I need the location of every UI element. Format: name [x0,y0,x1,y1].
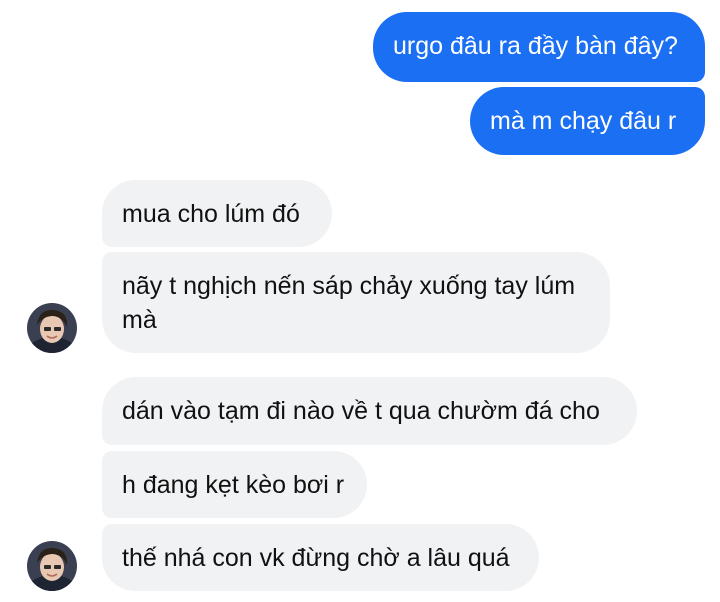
contact-avatar-icon[interactable] [27,541,77,591]
contact-avatar-icon[interactable] [27,303,77,353]
avatar-photo [27,541,77,591]
outgoing-message[interactable]: mà m chạy đâu r [470,87,705,155]
incoming-message[interactable]: thế nhá con vk đừng chờ a lâu quá [102,524,539,591]
avatar-photo [27,303,77,353]
chat-thread: urgo đâu ra đầy bàn đây? mà m chạy đâu r… [0,0,720,602]
outgoing-message[interactable]: urgo đâu ra đầy bàn đây? [373,12,705,82]
incoming-message[interactable]: h đang kẹt kèo bơi r [102,451,367,518]
incoming-message[interactable]: mua cho lúm đó [102,180,332,247]
incoming-message[interactable]: nãy t nghịch nến sáp chảy xuống tay lúm … [102,252,610,353]
incoming-message[interactable]: dán vào tạm đi nào về t qua chườm đá cho [102,377,637,445]
